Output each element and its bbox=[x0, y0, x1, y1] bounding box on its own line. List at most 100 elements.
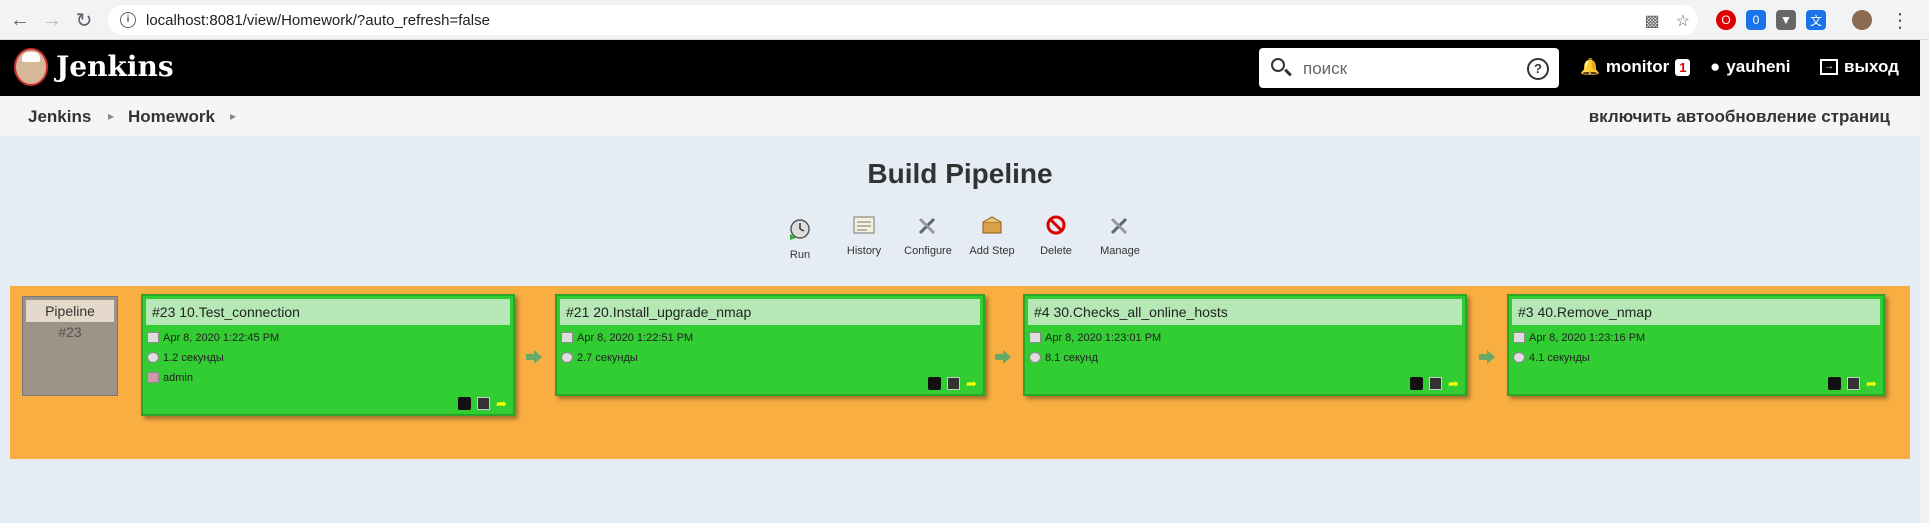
rerun-arrow-icon[interactable]: ➦ bbox=[1866, 377, 1879, 390]
user-link[interactable]: ● yauheni bbox=[1710, 57, 1791, 77]
stage-duration: 4.1 секунды bbox=[1529, 351, 1590, 364]
manage-icon bbox=[1110, 217, 1128, 235]
breadcrumb-homework[interactable]: Homework bbox=[128, 107, 215, 127]
brand-title[interactable]: Jenkins bbox=[56, 50, 174, 83]
configure-button[interactable]: Configure bbox=[898, 214, 958, 257]
run-icon bbox=[790, 219, 810, 240]
search-box: ? bbox=[1259, 48, 1559, 88]
rerun-arrow-icon[interactable]: ➦ bbox=[496, 397, 509, 410]
stage-duration: 8.1 секунд bbox=[1045, 351, 1098, 364]
configure-icon bbox=[918, 217, 936, 235]
monitor-link[interactable]: 🔔 monitor 1 bbox=[1580, 57, 1691, 77]
page-title: Build Pipeline bbox=[867, 158, 1053, 189]
stage-date: Apr 8, 2020 1:22:51 PM bbox=[577, 331, 694, 344]
forward-icon[interactable]: → bbox=[40, 8, 64, 32]
site-info-icon[interactable]: i bbox=[120, 12, 136, 28]
stage-title[interactable]: #23 10.Test_connection bbox=[146, 299, 510, 325]
calendar-icon bbox=[1029, 332, 1041, 343]
translate-extension-icon[interactable]: 文 bbox=[1806, 10, 1826, 30]
url-text[interactable]: localhost:8081/view/Homework/?auto_refre… bbox=[146, 12, 490, 29]
console-icon[interactable] bbox=[947, 377, 960, 390]
logout-link[interactable]: → выход bbox=[1820, 57, 1899, 77]
log-icon[interactable] bbox=[1410, 377, 1423, 390]
menu-icon[interactable]: ⋮ bbox=[1888, 8, 1912, 32]
stage-user: admin bbox=[163, 371, 193, 384]
history-icon bbox=[853, 216, 875, 234]
console-icon[interactable] bbox=[1429, 377, 1442, 390]
address-bar[interactable]: i localhost:8081/view/Homework/?auto_ref… bbox=[108, 5, 1698, 35]
profile-avatar[interactable] bbox=[1852, 10, 1872, 30]
stage-date: Apr 8, 2020 1:23:01 PM bbox=[1045, 331, 1162, 344]
stage-card[interactable]: #3 40.Remove_nmap Apr 8, 2020 1:23:16 PM… bbox=[1507, 294, 1885, 396]
back-icon[interactable]: ← bbox=[8, 8, 32, 32]
stage-duration-row: 1.2 секунды bbox=[147, 350, 513, 365]
logout-icon: → bbox=[1820, 59, 1838, 75]
run-label: Run bbox=[789, 249, 811, 261]
pocket-icon[interactable]: ▼ bbox=[1776, 10, 1796, 30]
stage-title[interactable]: #21 20.Install_upgrade_nmap bbox=[560, 299, 980, 325]
calendar-icon bbox=[561, 332, 573, 343]
stage-duration: 2.7 секунды bbox=[577, 351, 638, 364]
log-icon[interactable] bbox=[928, 377, 941, 390]
manage-button[interactable]: Manage bbox=[1090, 214, 1150, 257]
stage-title[interactable]: #4 30.Checks_all_online_hosts bbox=[1028, 299, 1462, 325]
clock-icon bbox=[1513, 352, 1525, 363]
stage-date: Apr 8, 2020 1:22:45 PM bbox=[163, 331, 280, 344]
logout-label: выход bbox=[1844, 57, 1899, 76]
stage-user-row: admin bbox=[147, 370, 513, 385]
log-icon[interactable] bbox=[458, 397, 471, 410]
clock-icon bbox=[1029, 352, 1041, 363]
stage-duration-row: 2.7 секунды bbox=[561, 350, 983, 365]
pipeline-number: #23 bbox=[58, 324, 82, 340]
delete-button[interactable]: Delete bbox=[1026, 214, 1086, 257]
stage-date: Apr 8, 2020 1:23:16 PM bbox=[1529, 331, 1646, 344]
log-icon[interactable] bbox=[1828, 377, 1841, 390]
search-icon bbox=[1271, 58, 1285, 72]
auto-refresh-link[interactable]: включить автообновление страниц bbox=[1589, 107, 1890, 127]
calendar-icon bbox=[1513, 332, 1525, 343]
flow-arrow-icon bbox=[1479, 350, 1495, 364]
delete-label: Delete bbox=[1040, 245, 1072, 257]
translate-icon[interactable]: ▩ bbox=[1645, 11, 1660, 31]
scrollbar[interactable] bbox=[1920, 40, 1929, 523]
breadcrumb: Jenkins ▸ Homework ▸ включить автообновл… bbox=[0, 96, 1920, 136]
flow-arrow-icon bbox=[526, 350, 542, 364]
pipeline-band: Pipeline #23 #23 10.Test_connection Apr … bbox=[10, 286, 1910, 459]
console-icon[interactable] bbox=[1847, 377, 1860, 390]
pipeline-label: Pipeline bbox=[26, 300, 114, 322]
flow-arrow-icon bbox=[995, 350, 1011, 364]
rerun-arrow-icon[interactable]: ➦ bbox=[966, 377, 979, 390]
delete-icon bbox=[1046, 215, 1066, 235]
stage-title[interactable]: #3 40.Remove_nmap bbox=[1512, 299, 1880, 325]
bell-icon: 🔔 bbox=[1580, 59, 1600, 76]
stage-card[interactable]: #23 10.Test_connection Apr 8, 2020 1:22:… bbox=[141, 294, 515, 416]
help-icon[interactable]: ? bbox=[1527, 58, 1549, 80]
clock-icon bbox=[147, 352, 159, 363]
monitor-label: monitor bbox=[1605, 57, 1670, 76]
jenkins-logo-icon[interactable] bbox=[14, 48, 48, 86]
add-step-button[interactable]: Add Step bbox=[962, 214, 1022, 257]
stage-date-row: Apr 8, 2020 1:22:45 PM bbox=[147, 330, 513, 345]
add-step-label: Add Step bbox=[969, 245, 1015, 257]
reload-icon[interactable]: ↻ bbox=[72, 8, 96, 32]
stage-card[interactable]: #4 30.Checks_all_online_hosts Apr 8, 202… bbox=[1023, 294, 1467, 396]
manage-label: Manage bbox=[1100, 245, 1140, 257]
stage-card[interactable]: #21 20.Install_upgrade_nmap Apr 8, 2020 … bbox=[555, 294, 985, 396]
user-icon bbox=[147, 372, 159, 383]
monitor-badge: 1 bbox=[1675, 58, 1691, 76]
run-button[interactable]: Run bbox=[770, 218, 830, 261]
browser-toolbar: ← → ↻ i localhost:8081/view/Homework/?au… bbox=[0, 0, 1929, 40]
search-input[interactable] bbox=[1301, 56, 1515, 82]
history-button[interactable]: History bbox=[834, 214, 894, 257]
stage-duration: 1.2 секунды bbox=[163, 351, 224, 364]
console-icon[interactable] bbox=[477, 397, 490, 410]
stage-date-row: Apr 8, 2020 1:23:01 PM bbox=[1029, 330, 1465, 345]
extension-icon[interactable]: 0 bbox=[1746, 10, 1766, 30]
breadcrumb-chevron-icon[interactable]: ▸ bbox=[108, 109, 114, 123]
opera-extension-icon[interactable]: O bbox=[1716, 10, 1736, 30]
pipeline-header[interactable]: Pipeline #23 bbox=[22, 296, 118, 396]
breadcrumb-chevron-icon[interactable]: ▸ bbox=[230, 109, 236, 123]
breadcrumb-jenkins[interactable]: Jenkins bbox=[28, 107, 91, 127]
rerun-arrow-icon[interactable]: ➦ bbox=[1448, 377, 1461, 390]
bookmark-star-icon[interactable]: ☆ bbox=[1676, 11, 1690, 31]
